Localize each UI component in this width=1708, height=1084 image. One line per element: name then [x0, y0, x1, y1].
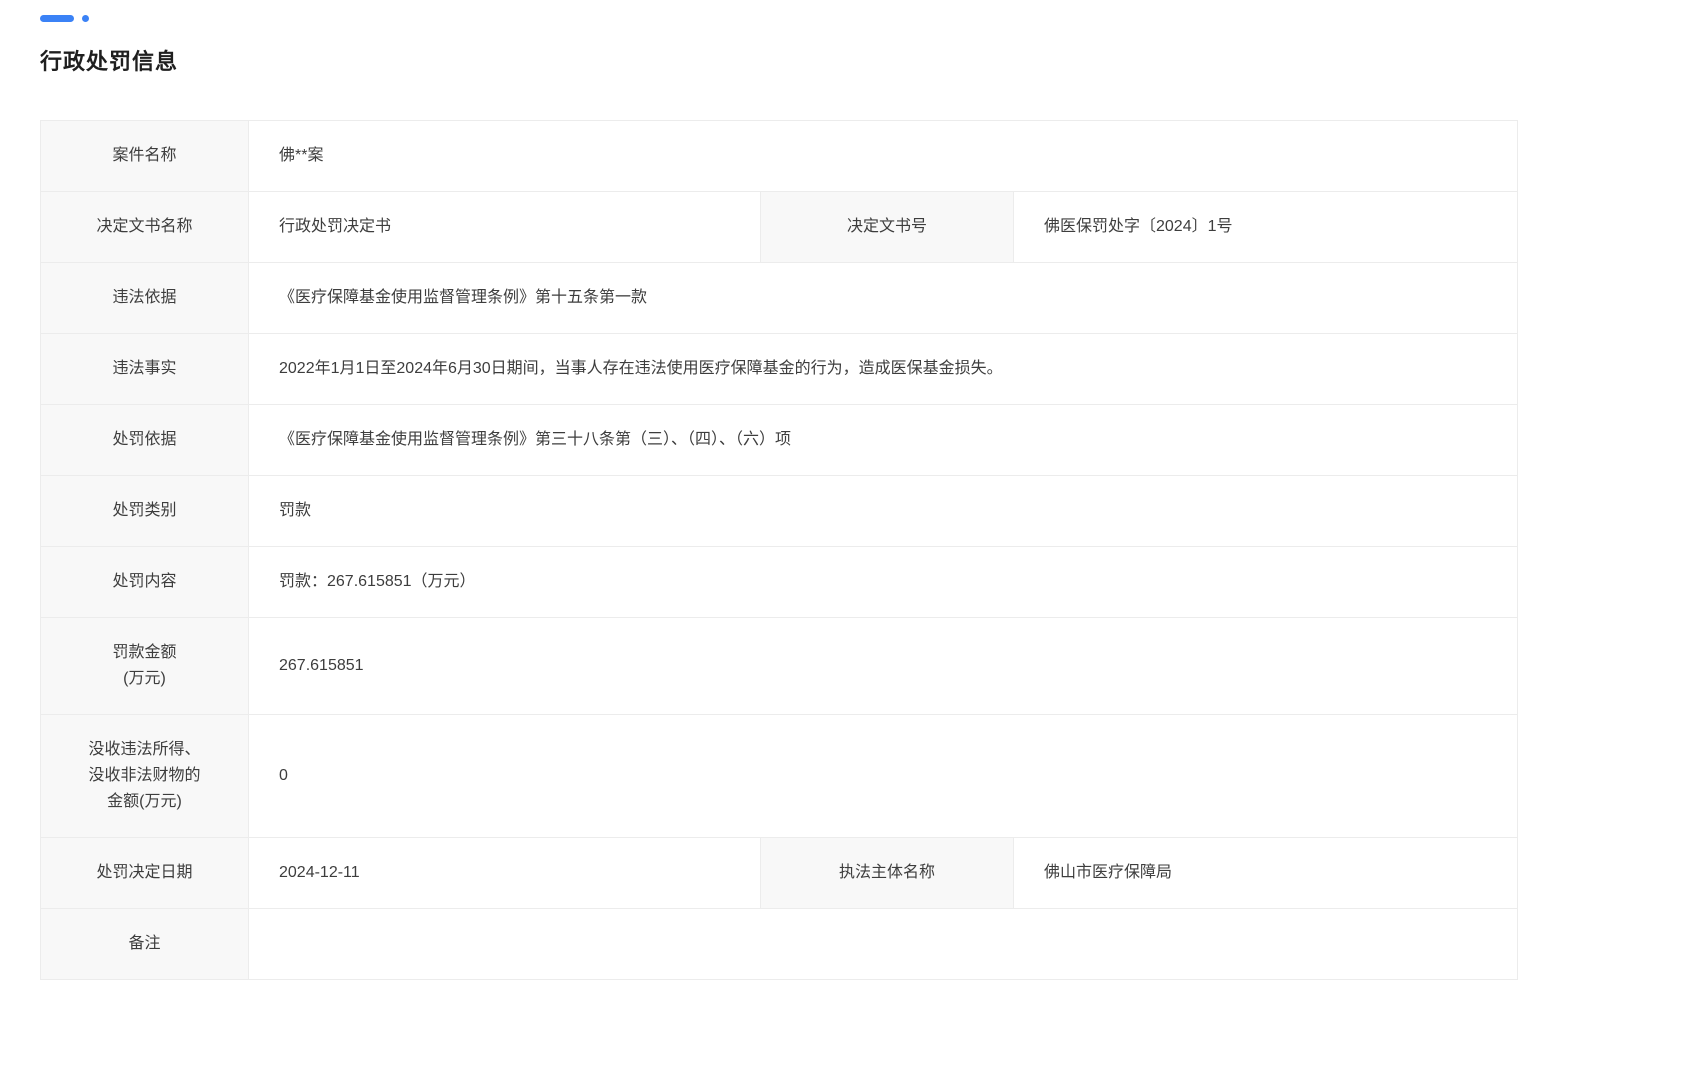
- row-value: 0: [249, 715, 1517, 837]
- row-label: 没收违法所得、 没收非法财物的 金额(万元): [41, 715, 249, 837]
- row-value: 267.615851: [249, 618, 1517, 714]
- table-row: 处罚类别 罚款: [41, 476, 1517, 547]
- row-label: 违法依据: [41, 263, 249, 333]
- row-label: 罚款金额 (万元): [41, 618, 249, 714]
- row-label: 处罚决定日期: [41, 838, 249, 908]
- row-label: 决定文书名称: [41, 192, 249, 262]
- row-label: 处罚类别: [41, 476, 249, 546]
- row-label-2: 决定文书号: [761, 192, 1014, 262]
- page-title: 行政处罚信息: [40, 44, 1708, 76]
- row-value: 罚款：267.615851（万元）: [249, 547, 1517, 617]
- accent-dash-icon: [40, 15, 74, 22]
- row-value-2: 佛医保罚处字〔2024〕1号: [1014, 192, 1517, 262]
- table-row: 违法依据 《医疗保障基金使用监督管理条例》第十五条第一款: [41, 263, 1517, 334]
- row-value: 2022年1月1日至2024年6月30日期间，当事人存在违法使用医疗保障基金的行…: [249, 334, 1517, 404]
- row-value: 罚款: [249, 476, 1517, 546]
- row-value: [249, 909, 1517, 979]
- row-value-2: 佛山市医疗保障局: [1014, 838, 1517, 908]
- title-decoration: [40, 14, 1708, 22]
- table-row: 备注: [41, 909, 1517, 980]
- table-row: 决定文书名称 行政处罚决定书 决定文书号 佛医保罚处字〔2024〕1号: [41, 192, 1517, 263]
- table-row: 处罚决定日期 2024-12-11 执法主体名称 佛山市医疗保障局: [41, 838, 1517, 909]
- row-value: 佛**案: [249, 121, 1517, 191]
- table-row: 罚款金额 (万元) 267.615851: [41, 618, 1517, 715]
- penalty-table: 案件名称 佛**案 决定文书名称 行政处罚决定书 决定文书号 佛医保罚处字〔20…: [40, 120, 1518, 980]
- row-label: 案件名称: [41, 121, 249, 191]
- row-label-2: 执法主体名称: [761, 838, 1014, 908]
- table-row: 违法事实 2022年1月1日至2024年6月30日期间，当事人存在违法使用医疗保…: [41, 334, 1517, 405]
- row-value: 2024-12-11: [249, 838, 761, 908]
- accent-dot-icon: [82, 15, 89, 22]
- row-value: 《医疗保障基金使用监督管理条例》第十五条第一款: [249, 263, 1517, 333]
- row-value: 行政处罚决定书: [249, 192, 761, 262]
- row-label: 处罚内容: [41, 547, 249, 617]
- row-label: 备注: [41, 909, 249, 979]
- row-label: 处罚依据: [41, 405, 249, 475]
- table-row: 处罚内容 罚款：267.615851（万元）: [41, 547, 1517, 618]
- row-label: 违法事实: [41, 334, 249, 404]
- table-row: 处罚依据 《医疗保障基金使用监督管理条例》第三十八条第（三）、（四）、（六）项: [41, 405, 1517, 476]
- table-row: 案件名称 佛**案: [41, 121, 1517, 192]
- table-row: 没收违法所得、 没收非法财物的 金额(万元) 0: [41, 715, 1517, 838]
- page-header: 行政处罚信息: [0, 0, 1708, 76]
- row-value: 《医疗保障基金使用监督管理条例》第三十八条第（三）、（四）、（六）项: [249, 405, 1517, 475]
